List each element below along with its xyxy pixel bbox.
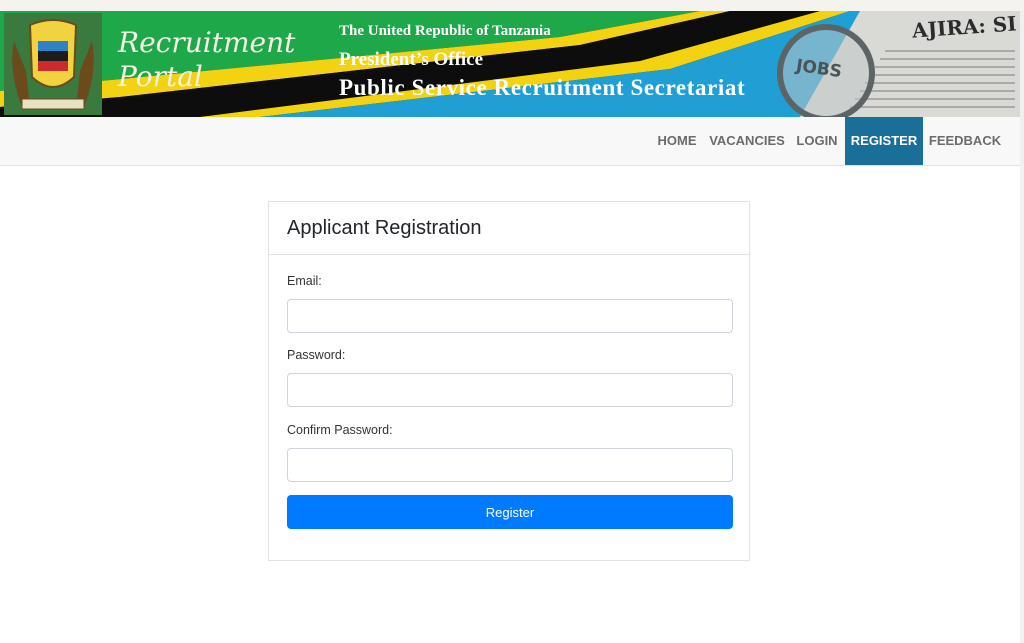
nav-home[interactable]: HOME bbox=[652, 117, 702, 165]
office-text: President’s Office bbox=[339, 49, 484, 70]
republic-text: The United Republic of Tanzania bbox=[339, 23, 551, 39]
email-field[interactable] bbox=[287, 299, 733, 333]
secretariat-text: Public Service Recruitment Secretariat bbox=[339, 75, 746, 100]
registration-card: Applicant Registration Email: Password: … bbox=[268, 201, 750, 561]
nav-vacancies[interactable]: VACANCIES bbox=[706, 117, 788, 165]
nav-register[interactable]: REGISTER bbox=[845, 117, 923, 165]
confirm-password-label: Confirm Password: bbox=[287, 423, 393, 437]
main-navbar: HOME VACANCIES LOGIN REGISTER FEEDBACK bbox=[0, 117, 1024, 166]
header-banner: Recruitment Portal The United Republic o… bbox=[0, 11, 1024, 117]
nav-feedback[interactable]: FEEDBACK bbox=[926, 117, 1004, 165]
password-field[interactable] bbox=[287, 373, 733, 407]
portal-title-line2: Portal bbox=[118, 60, 203, 93]
confirm-password-field[interactable] bbox=[287, 448, 733, 482]
nav-login[interactable]: LOGIN bbox=[792, 117, 842, 165]
portal-title: Recruitment Portal bbox=[118, 26, 295, 94]
register-button[interactable]: Register bbox=[287, 495, 733, 529]
portal-title-line1: Recruitment bbox=[118, 26, 296, 59]
card-title: Applicant Registration bbox=[269, 202, 749, 255]
password-label: Password: bbox=[287, 348, 346, 362]
email-label: Email: bbox=[287, 274, 322, 288]
page-scrollbar[interactable] bbox=[1020, 11, 1024, 643]
